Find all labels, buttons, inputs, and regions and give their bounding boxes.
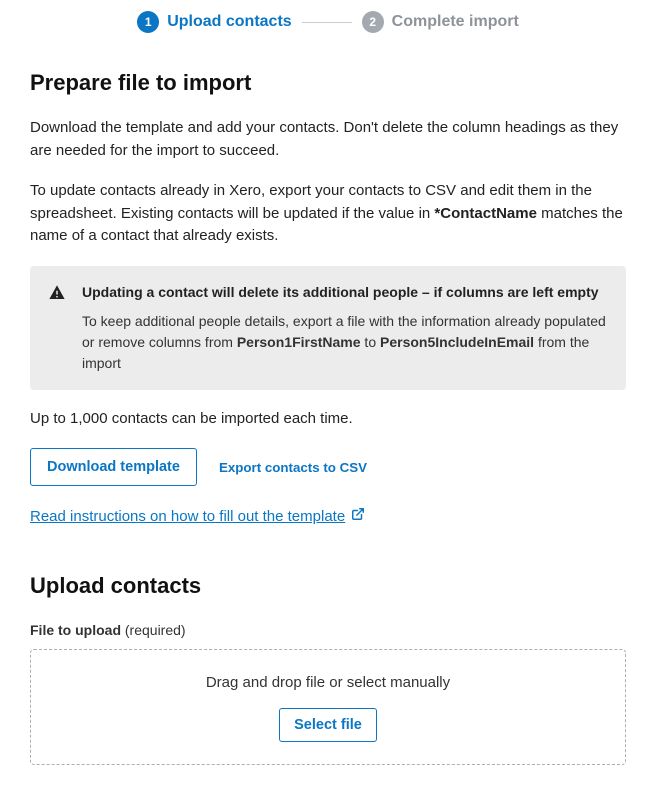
external-link-icon: [351, 506, 365, 529]
step-2-number: 2: [362, 11, 384, 33]
warning-icon: [48, 284, 66, 374]
select-file-button[interactable]: Select file: [279, 708, 377, 742]
file-upload-label-text: File to upload: [30, 622, 121, 638]
file-upload-required: (required): [125, 622, 186, 638]
step-1-number: 1: [137, 11, 159, 33]
upload-title: Upload contacts: [30, 569, 626, 602]
warning-field-ref-2: Person5IncludeInEmail: [380, 334, 534, 350]
instructions-link-text: Read instructions on how to fill out the…: [30, 506, 345, 529]
warning-box: Updating a contact will delete its addit…: [30, 266, 626, 390]
warning-body: To keep additional people details, expor…: [82, 311, 608, 374]
limit-text: Up to 1,000 contacts can be imported eac…: [30, 408, 626, 431]
button-row: Download template Export contacts to CSV: [30, 448, 626, 486]
export-csv-button[interactable]: Export contacts to CSV: [219, 460, 367, 475]
file-upload-label: File to upload (required): [30, 620, 626, 641]
step-1: 1 Upload contacts: [137, 10, 291, 34]
step-2: 2 Complete import: [362, 10, 519, 34]
step-1-label: Upload contacts: [167, 10, 291, 34]
import-contacts-page: 1 Upload contacts 2 Complete import Prep…: [0, 0, 656, 795]
contact-name-field-ref: *ContactName: [434, 205, 537, 222]
prepare-title: Prepare file to import: [30, 66, 626, 99]
warning-field-ref-1: Person1FirstName: [237, 334, 361, 350]
stepper: 1 Upload contacts 2 Complete import: [30, 10, 626, 34]
dropzone-text: Drag and drop file or select manually: [206, 672, 450, 695]
warning-title: Updating a contact will delete its addit…: [82, 282, 608, 303]
instructions-link[interactable]: Read instructions on how to fill out the…: [30, 506, 365, 529]
warning-content: Updating a contact will delete its addit…: [82, 282, 608, 374]
warning-body-mid: to: [361, 334, 380, 350]
step-2-label: Complete import: [392, 10, 519, 34]
prepare-paragraph-1: Download the template and add your conta…: [30, 117, 626, 162]
file-dropzone[interactable]: Drag and drop file or select manually Se…: [30, 649, 626, 766]
download-template-button[interactable]: Download template: [30, 448, 197, 486]
prepare-paragraph-2: To update contacts already in Xero, expo…: [30, 180, 626, 248]
step-divider: [302, 22, 352, 23]
